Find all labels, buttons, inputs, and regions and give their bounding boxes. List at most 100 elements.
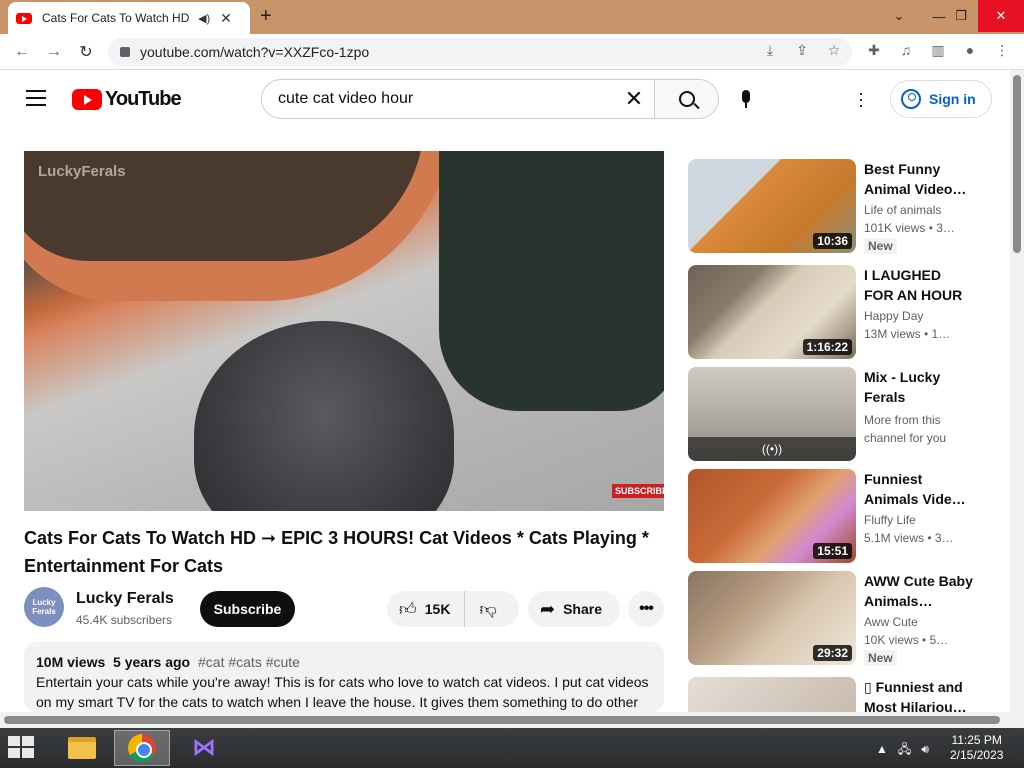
taskbar-clock[interactable]: 11:25 PM 2/15/2023 [950, 733, 1003, 763]
youtube-wordmark: YouTube [105, 88, 182, 110]
vertical-scroll-thumb[interactable] [1013, 75, 1021, 253]
recommendation-item[interactable]: 15:51 Funniest Animals Vide… Fluffy Life… [688, 469, 988, 565]
share-arrow-icon: ➦ [540, 598, 556, 619]
recommendation-title[interactable]: Mix - Lucky Ferals [864, 367, 974, 407]
recommendation-channel[interactable]: Aww Cute [864, 615, 974, 629]
show-hidden-icons-icon[interactable]: ▲ [876, 742, 888, 756]
chrome-menu-icon[interactable]: ⋮ [992, 42, 1012, 62]
recommendation-title[interactable]: ▯ Funniest and Most Hilariou… [864, 677, 974, 712]
recommendation-item[interactable]: 1:16:22 I LAUGHED FOR AN HOUR😹… Happy Da… [688, 265, 988, 361]
channel-watermark: LuckyFerals [38, 163, 126, 180]
subscribe-watermark-button[interactable]: SUBSCRIBE [612, 484, 664, 498]
browser-titlebar: Cats For Cats To Watch HD – ◀) ✕ + ⌄ — ❐… [0, 0, 1024, 34]
page-horizontal-scrollbar[interactable] [0, 712, 1010, 728]
extensions-icon[interactable]: ✚ [864, 42, 884, 62]
settings-kebab-icon[interactable]: · · · [858, 84, 864, 114]
page-vertical-scrollbar[interactable] [1010, 70, 1024, 728]
media-control-icon[interactable]: ♫ [896, 42, 916, 62]
recommendation-channel[interactable]: Happy Day [864, 309, 974, 323]
new-tab-button[interactable]: + [260, 5, 272, 28]
channel-avatar[interactable]: Lucky Ferals [24, 587, 64, 627]
like-count: 15K [424, 601, 451, 617]
install-app-icon[interactable]: ⤓ [760, 42, 780, 62]
tab-search-icon[interactable]: ⌄ [880, 0, 918, 32]
youtube-header: YouTube cute cat video hour ✕ · · · Sign i… [0, 70, 1010, 128]
url-text[interactable]: youtube.com/watch?v=XXZFco-1zpo [140, 44, 369, 60]
more-actions-button[interactable]: ••• [628, 591, 664, 627]
thumbs-down-icon: 👎︎ [479, 599, 497, 619]
description-text: Entertain your cats while you're away! T… [36, 674, 649, 710]
lock-icon [120, 47, 130, 57]
recommendation-channel[interactable]: Life of animals [864, 203, 974, 217]
system-tray: ▲ 🖧︎ 🔊︎ [876, 740, 929, 761]
back-arrow-icon[interactable]: ← [10, 40, 34, 64]
like-button[interactable]: 👍︎ 15K [387, 591, 466, 627]
taskbar-visual-studio[interactable]: ⋈ [176, 730, 232, 766]
clock-date: 2/15/2023 [950, 748, 1004, 762]
recommendation-thumbnail[interactable]: ((•)) [688, 367, 856, 461]
recommendation-title[interactable]: AWW Cute Baby Animals… [864, 571, 974, 611]
recommendation-thumbnail[interactable]: 1:16:22 [688, 265, 856, 359]
search-input[interactable]: cute cat video hour [262, 80, 614, 118]
address-bar[interactable]: youtube.com/watch?v=XXZFco-1zpo [108, 38, 852, 66]
taskbar-file-explorer[interactable] [54, 730, 110, 766]
network-icon[interactable]: 🖧︎ [898, 742, 911, 756]
subscriber-count: 45.4K subscribers [76, 613, 173, 627]
recommendation-title[interactable]: Funniest Animals Vide… [864, 469, 974, 509]
recommendation-info: Funniest Animals Vide… Fluffy Life 5.1M … [864, 469, 974, 545]
sign-in-button[interactable]: Sign in [890, 80, 992, 118]
recommendation-thumbnail[interactable]: 29:32 [688, 571, 856, 665]
share-button[interactable]: ➦ Share [528, 591, 620, 627]
windows-start-icon[interactable] [8, 736, 36, 760]
recommendation-channel[interactable]: More from this channel for you [864, 411, 974, 447]
recommendation-channel[interactable]: Fluffy Life [864, 513, 974, 527]
search-button[interactable] [654, 80, 718, 118]
recommendation-thumbnail[interactable]: 10:36 [688, 159, 856, 253]
recommendation-title[interactable]: Best Funny Animal Video… [864, 159, 974, 199]
recommendation-item[interactable]: 29:32 AWW Cute Baby Animals… Aww Cute 10… [688, 571, 988, 667]
recommendation-title[interactable]: I LAUGHED FOR AN HOUR😹… [864, 265, 974, 305]
volume-icon[interactable]: 🔊︎ [921, 742, 929, 756]
recommendation-thumbnail[interactable]: 15:51 [688, 469, 856, 563]
horizontal-scroll-thumb[interactable] [4, 716, 1000, 724]
description-box[interactable]: 10M views 5 years ago #cat #cats #cute E… [24, 642, 664, 712]
forward-arrow-icon[interactable]: → [42, 40, 66, 64]
description-meta: 10M views 5 years ago #cat #cats #cute [36, 654, 652, 670]
video-duration: 1:16:22 [802, 339, 852, 355]
recommendation-item[interactable]: 10:36 Best Funny Animal Video… Life of a… [688, 159, 988, 255]
recommendation-info: AWW Cute Baby Animals… Aww Cute 10K view… [864, 571, 974, 667]
close-window-button[interactable]: ✕ [978, 0, 1024, 32]
audio-playing-icon[interactable]: ◀) [198, 12, 210, 25]
share-page-icon[interactable]: ⇪ [792, 42, 812, 62]
chrome-icon [128, 734, 156, 762]
thumbs-up-icon: 👍︎ [399, 599, 417, 619]
like-dislike-group: 👍︎ 15K 👎︎ [387, 591, 519, 627]
tab-title: Cats For Cats To Watch HD – [42, 11, 192, 25]
video-player[interactable]: LuckyFerals SUBSCRIBE [24, 151, 664, 511]
side-panel-icon[interactable]: ▥ [928, 42, 948, 62]
recommendation-item[interactable]: ▯ Funniest and Most Hilariou… [688, 677, 988, 712]
recommendation-views: 101K views • 3… [864, 221, 955, 235]
youtube-logo[interactable]: YouTube [72, 88, 182, 111]
windows-taskbar: ⋈ ▲ 🖧︎ 🔊︎ 11:25 PM 2/15/2023 [0, 728, 1024, 768]
channel-name[interactable]: Lucky Ferals [76, 590, 174, 608]
voice-search-mic-icon[interactable] [738, 90, 754, 112]
subscribe-button[interactable]: Subscribe [200, 591, 295, 627]
bookmark-star-icon[interactable]: ☆ [824, 42, 844, 62]
profile-icon[interactable]: ● [960, 42, 980, 62]
hashtags[interactable]: #cat #cats #cute [198, 654, 300, 670]
tab-close-icon[interactable]: ✕ [220, 10, 232, 27]
new-badge: New [864, 650, 897, 666]
restore-button[interactable]: ❐ [942, 0, 980, 32]
reload-icon[interactable]: ↻ [74, 40, 98, 64]
video-duration: 10:36 [813, 233, 852, 249]
hamburger-menu-icon[interactable] [26, 90, 46, 106]
account-icon [901, 89, 921, 109]
browser-tab[interactable]: Cats For Cats To Watch HD – ◀) ✕ [8, 2, 250, 34]
clear-search-icon[interactable]: ✕ [614, 80, 654, 118]
recommendation-item[interactable]: ((•)) Mix - Lucky Ferals More from this … [688, 367, 988, 463]
video-duration: 15:51 [813, 543, 852, 559]
dislike-button[interactable]: 👎︎ [465, 599, 496, 620]
recommendation-thumbnail[interactable] [688, 677, 856, 712]
taskbar-chrome[interactable] [114, 730, 170, 766]
